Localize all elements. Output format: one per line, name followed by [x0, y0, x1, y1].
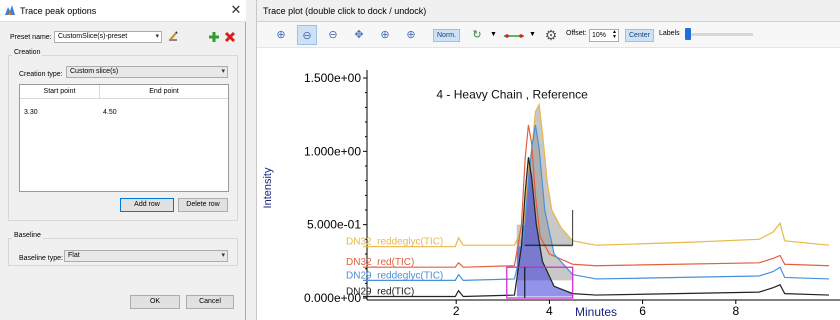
- center-button[interactable]: Center: [625, 29, 655, 42]
- slice-table[interactable]: Start point End point 3.30 4.50: [19, 84, 229, 192]
- creation-type-select[interactable]: Custom slice(s) ▾: [66, 66, 228, 78]
- pan-icon[interactable]: ✥: [349, 25, 369, 45]
- column-header-end[interactable]: End point: [100, 85, 228, 99]
- chevron-down-icon: ▾: [155, 33, 159, 40]
- baseline-type-label: Baseline type:: [19, 255, 63, 262]
- chevron-down-icon[interactable]: ▼: [529, 31, 536, 38]
- x-tick-label: 6: [639, 304, 646, 318]
- chevron-down-icon[interactable]: ▼: [490, 31, 497, 38]
- x-tick-label: 2: [453, 304, 460, 318]
- zoom-in-icon[interactable]: ⊕: [375, 25, 395, 45]
- delete-row-button[interactable]: Delete row: [178, 198, 228, 212]
- cell-end-point[interactable]: 4.50: [103, 109, 117, 116]
- offset-label: Offset:: [566, 30, 587, 37]
- labels-slider-track[interactable]: [689, 33, 753, 36]
- labels-label: Labels: [659, 30, 680, 37]
- creation-type-label: Creation type:: [19, 71, 63, 78]
- baseline-type-select[interactable]: Flat ▾: [64, 250, 228, 262]
- dialog-titlebar[interactable]: Trace peak options ✕: [0, 0, 246, 22]
- refresh-icon[interactable]: ↻: [467, 25, 487, 45]
- trace-chart[interactable]: 0.000e+005.000e-011.000e+001.500e+002 4 6 8…: [257, 48, 840, 320]
- cancel-button[interactable]: Cancel: [186, 295, 234, 309]
- add-row-button[interactable]: Add row: [120, 198, 174, 212]
- y-axis-label: Intensity: [262, 167, 274, 208]
- labels-slider-thumb[interactable]: [685, 28, 691, 40]
- trace-peak-options-dialog: Trace peak options ✕ Preset name: Custom…: [0, 0, 246, 320]
- cell-start-point[interactable]: 3.30: [24, 109, 38, 116]
- y-tick-label: 5.000e-01: [307, 218, 361, 232]
- zoom-reset-icon[interactable]: ⊕: [401, 25, 421, 45]
- peak-annotation: 4 - Heavy Chain , Reference: [436, 88, 588, 102]
- series-line: [363, 124, 830, 282]
- x-tick-label: 4: [546, 304, 553, 318]
- preset-name-label: Preset name:: [10, 34, 52, 41]
- series-label: DN29_reddeglyc(TIC): [346, 270, 443, 281]
- creation-group-title: Creation: [12, 49, 43, 56]
- edit-icon[interactable]: [167, 31, 179, 43]
- x-axis-label: Minutes: [575, 305, 617, 319]
- baseline-type-value: Flat: [68, 252, 80, 259]
- spin-arrows-icon[interactable]: ▲ ▼: [612, 30, 617, 40]
- chevron-down-icon: ▾: [221, 252, 225, 259]
- trace-plot-titlebar[interactable]: Trace plot (double click to dock / undoc…: [257, 0, 840, 22]
- close-icon[interactable]: ✕: [228, 2, 244, 18]
- offset-spinbox[interactable]: 10% ▲ ▼: [589, 29, 619, 42]
- x-tick-label: 8: [732, 304, 739, 318]
- creation-type-value: Custom slice(s): [70, 68, 119, 75]
- series-label: DN32_red(TIC): [346, 257, 414, 268]
- preset-name-select[interactable]: CustomSlice(s)-preset ▾: [54, 31, 162, 43]
- y-tick-label: 1.500e+00: [304, 71, 361, 85]
- add-icon[interactable]: [208, 31, 220, 43]
- dialog-title: Trace peak options: [20, 6, 97, 16]
- series-line: [363, 102, 830, 248]
- ok-button[interactable]: OK: [130, 295, 180, 309]
- baseline-group-title: Baseline: [12, 232, 43, 239]
- line-style-icon[interactable]: [503, 32, 525, 40]
- trace-plot-title: Trace plot (double click to dock / undoc…: [263, 6, 427, 16]
- app-root: Trace peak options ✕ Preset name: Custom…: [0, 0, 840, 320]
- norm-button[interactable]: Norm.: [433, 29, 461, 42]
- gear-icon[interactable]: ⚙: [541, 25, 561, 45]
- zoom-fit-icon[interactable]: ⊕: [271, 25, 291, 45]
- y-tick-label: 1.000e+00: [304, 144, 361, 158]
- zoom-out-icon[interactable]: ⊖: [323, 25, 343, 45]
- trace-plot-panel: Trace plot (double click to dock / undoc…: [256, 0, 840, 320]
- preset-name-value: CustomSlice(s)-preset: [58, 33, 128, 40]
- series-label: DN29_red(TIC): [346, 287, 414, 298]
- column-header-start[interactable]: Start point: [20, 85, 100, 99]
- chevron-down-icon: ▾: [221, 68, 225, 75]
- app-icon: [5, 5, 15, 15]
- delete-icon[interactable]: [224, 31, 236, 43]
- series-label: DN32_reddeglyc(TIC): [346, 237, 443, 248]
- offset-value: 10%: [592, 32, 607, 39]
- zoom-x-icon[interactable]: ⊖: [297, 25, 317, 45]
